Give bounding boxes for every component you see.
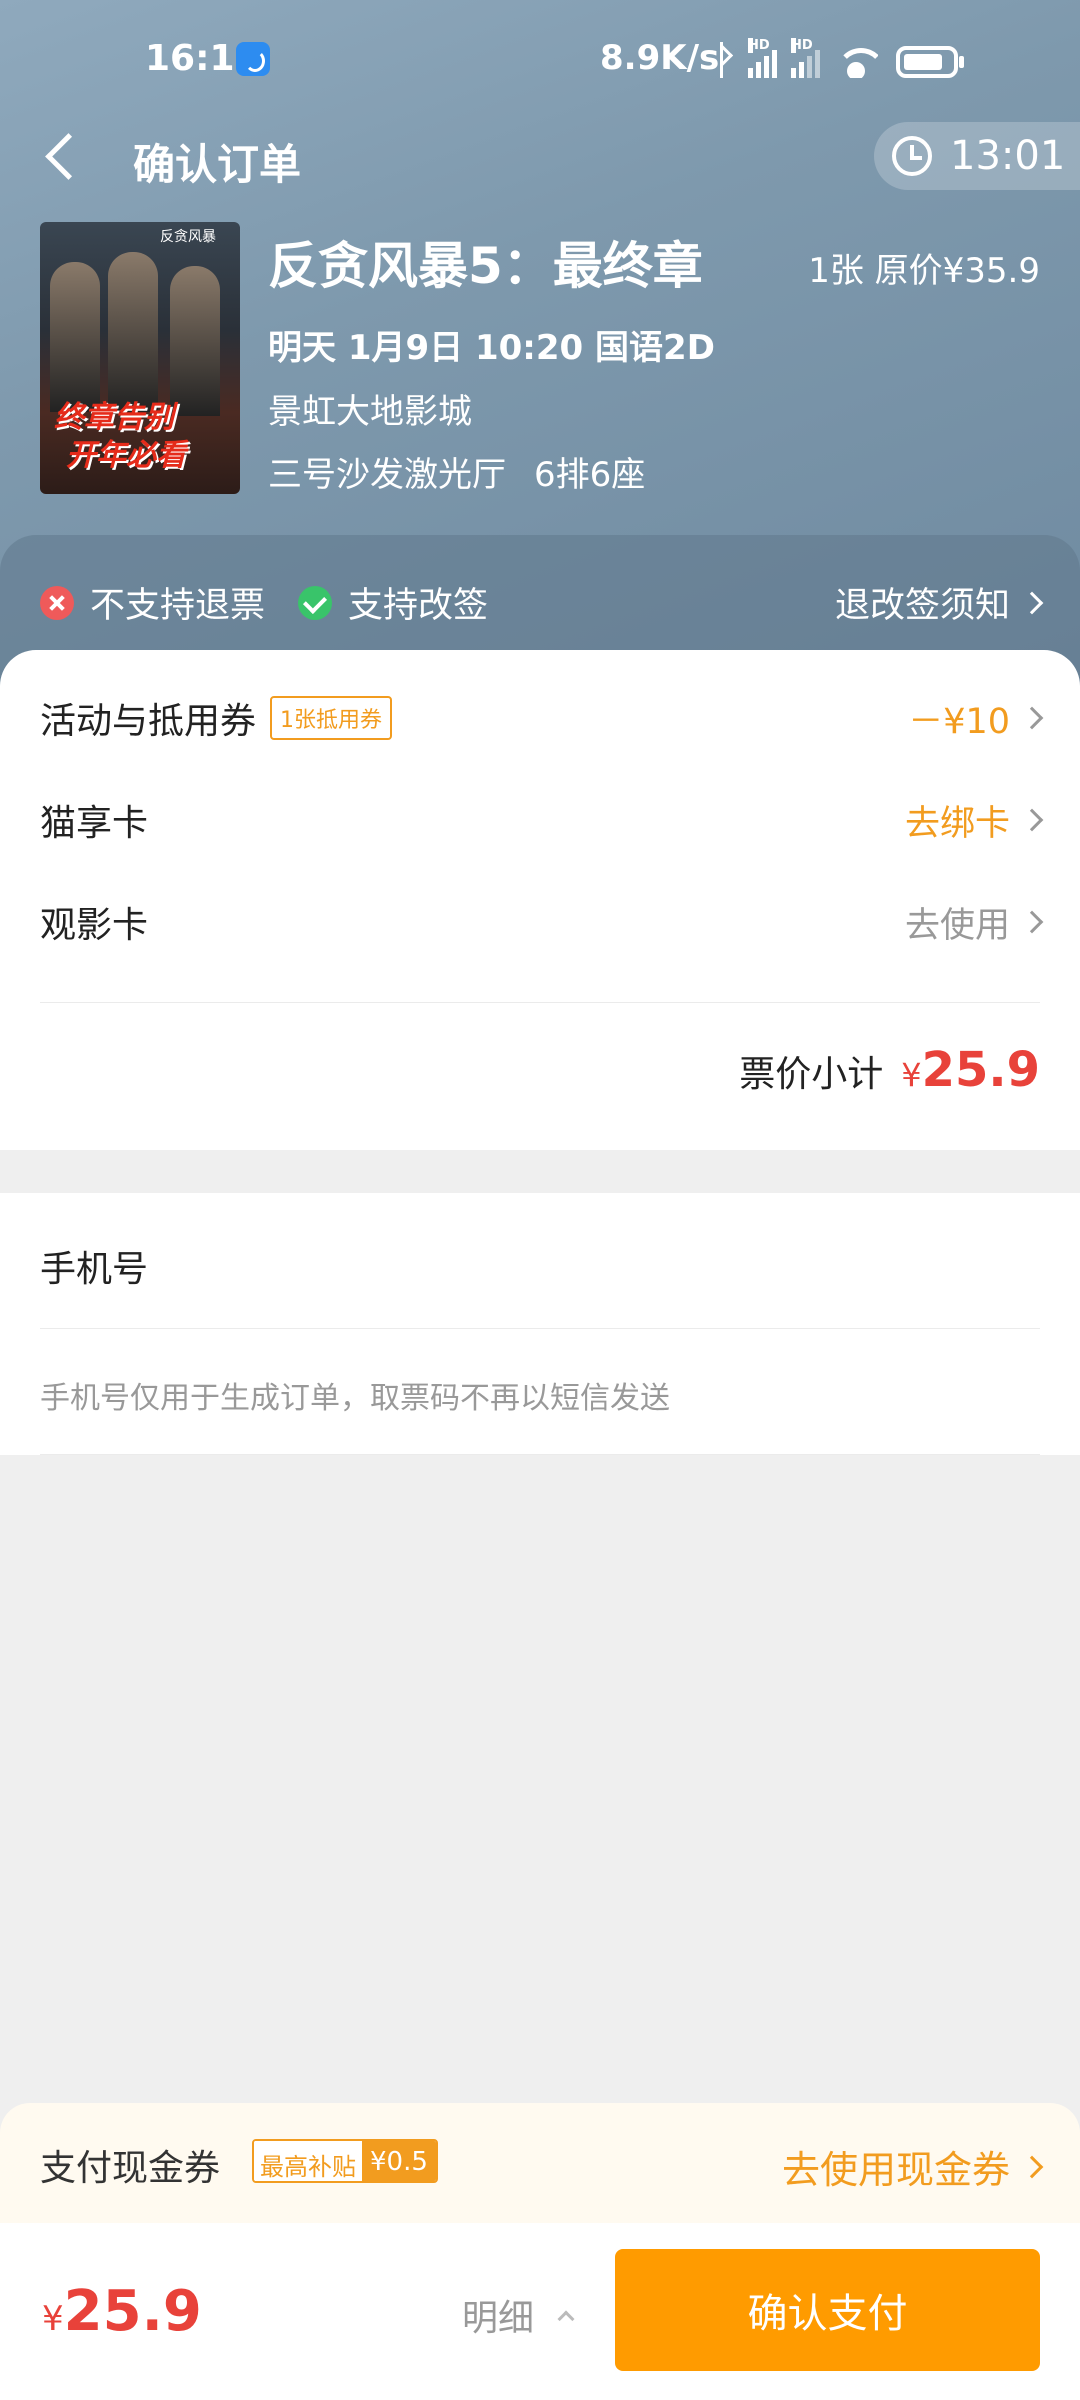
countdown-timer: 13:01 (874, 122, 1080, 190)
poster-figure (170, 266, 220, 416)
subtotal-label: 票价小计 (739, 1054, 884, 1095)
no-refund-label: 不支持退票 (90, 586, 266, 626)
check-circle-icon (298, 585, 332, 620)
movie-card-action-label: 去使用 (904, 905, 1010, 946)
no-refund-item: 不支持退票 (40, 577, 265, 628)
divider (40, 1328, 1040, 1329)
cross-circle-icon (40, 585, 74, 620)
chevron-right-icon (1020, 2155, 1044, 2178)
hall-seat: 三号沙发激光厅 6排6座 (268, 447, 645, 496)
activity-coupon-label: 活动与抵用券 (40, 701, 257, 742)
change-supported-label: 支持改签 (348, 586, 489, 626)
movie-poster[interactable]: 反贪风暴 终章告别 开年必看 (40, 222, 240, 494)
seat-number: 6排6座 (534, 455, 646, 495)
cat-card-action: 去绑卡 (904, 795, 1044, 846)
cat-card-label: 猫享卡 (40, 803, 149, 844)
movie-card-action: 去使用 (904, 897, 1044, 948)
divider (40, 1454, 1040, 1455)
chevron-right-icon (1020, 706, 1044, 730)
phone-note: 手机号仅用于生成订单，取票码不再以短信发送 (40, 1381, 670, 1416)
cat-card-row[interactable]: 猫享卡 去绑卡 (40, 790, 1044, 850)
refund-notice-label: 退改签须知 (834, 586, 1010, 626)
movie-card-label: 观影卡 (40, 905, 149, 946)
page-title: 确认订单 (133, 140, 302, 189)
battery-icon (896, 46, 964, 78)
poster-figure (108, 252, 158, 412)
signal-hd-label: HD (748, 38, 770, 53)
showtime: 明天 1月9日 10:20 国语2D (268, 328, 715, 368)
poster-figure (50, 262, 100, 412)
cinema-name: 景虹大地影城 (268, 392, 472, 432)
cash-coupon-strip[interactable]: 支付现金券 最高补贴 ¥0.5 去使用现金券 (0, 2103, 1080, 2223)
movie-card-row[interactable]: 观影卡 去使用 (40, 892, 1044, 952)
price-detail-toggle[interactable]: 明细 (462, 2289, 575, 2341)
coupon-count-badge: 1张抵用券 (270, 696, 393, 740)
poster-slogan-2: 开年必看 (66, 438, 186, 473)
price-detail-label: 明细 (462, 2298, 535, 2339)
chevron-up-icon (557, 2310, 575, 2328)
chevron-right-icon (1020, 591, 1044, 614)
max-subsidy-value: ¥0.5 (362, 2141, 436, 2181)
signal-icon: HD (748, 38, 777, 78)
max-subsidy-tag: 最高补贴 ¥0.5 (252, 2139, 438, 2183)
refund-notice-link[interactable]: 退改签须知 (834, 577, 1044, 628)
hall-name: 三号沙发激光厅 (268, 455, 506, 495)
status-icons: HD HD (712, 38, 964, 78)
total-currency: ¥ (42, 2299, 64, 2339)
subtotal-currency: ¥ (901, 1056, 922, 1094)
chevron-right-icon (1020, 910, 1044, 934)
change-supported-item: 支持改签 (298, 577, 488, 628)
use-cash-coupon-link[interactable]: 去使用现金券 (781, 2139, 1044, 2194)
network-speed: 8.9K/s (600, 38, 720, 78)
chevron-right-icon (1020, 808, 1044, 832)
cat-card-action-label: 去绑卡 (904, 803, 1010, 844)
divider (40, 1002, 1040, 1003)
poster-top-text: 反贪风暴 (160, 229, 216, 245)
max-subsidy-label: 最高补贴 (254, 2141, 362, 2181)
phone-field[interactable]: 手机号 (40, 1240, 148, 1292)
activity-discount-value: －¥10 (908, 701, 1010, 742)
status-bar: 16:10 8.9K/s HD HD (0, 0, 1080, 120)
back-arrow-icon[interactable] (40, 130, 80, 182)
wifi-icon (834, 44, 878, 78)
total-amount: 25.9 (63, 2279, 202, 2344)
call-icon (236, 42, 270, 76)
total-price: ¥ 25.9 (42, 2279, 202, 2344)
bluetooth-icon (712, 42, 734, 78)
signal-icon-2: HD (791, 38, 820, 78)
subtotal-amount: 25.9 (921, 1042, 1040, 1098)
confirm-pay-button[interactable]: 确认支付 (615, 2249, 1040, 2371)
movie-title: 反贪风暴5：最终章 (268, 237, 703, 295)
subtotal: 票价小计 ¥ 25.9 (739, 1042, 1040, 1098)
ticket-original-price: 1张 原价¥35.9 (808, 251, 1040, 291)
bottom-pay-bar: ¥ 25.9 明细 确认支付 (0, 2223, 1080, 2400)
clock-icon (892, 136, 932, 176)
activity-discount: －¥10 (908, 693, 1044, 744)
signal-hd-label-2: HD (791, 38, 813, 53)
activity-coupon-row[interactable]: 活动与抵用券 1张抵用券 －¥10 (40, 688, 1044, 748)
cash-coupon-label: 支付现金券 (40, 2148, 221, 2189)
countdown-text: 13:01 (950, 133, 1066, 179)
use-cash-coupon-label: 去使用现金券 (781, 2148, 1010, 2192)
